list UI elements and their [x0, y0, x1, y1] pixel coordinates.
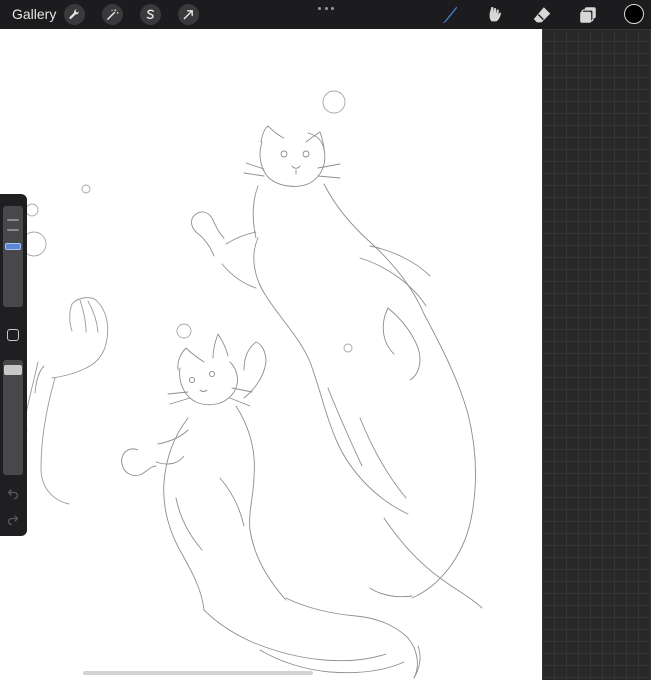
lower-cat-sketch	[121, 333, 421, 679]
undo-icon	[7, 489, 19, 499]
brush-tool-button[interactable]	[437, 3, 461, 27]
transform-button[interactable]	[178, 4, 199, 25]
brush-opacity-slider[interactable]	[3, 360, 23, 475]
size-slider-tick	[7, 229, 19, 231]
selection-icon	[146, 9, 154, 19]
human-hand-sketch	[20, 297, 109, 505]
actions-button[interactable]	[64, 4, 85, 25]
eraser-icon	[533, 7, 551, 23]
selection-button[interactable]	[140, 4, 161, 25]
more-options-icon[interactable]	[318, 7, 334, 11]
redo-button[interactable]	[6, 512, 20, 526]
brush-sidebar	[0, 194, 27, 536]
eraser-tool-button[interactable]	[530, 3, 554, 27]
layers-button[interactable]	[576, 3, 600, 27]
cat-sketch-illustration	[20, 90, 483, 679]
smudge-tool-button[interactable]	[483, 3, 507, 27]
gallery-button[interactable]: Gallery	[12, 6, 56, 22]
home-indicator[interactable]	[83, 671, 313, 675]
brush-icon	[441, 6, 458, 24]
adjustments-button[interactable]	[102, 4, 123, 25]
brush-size-slider[interactable]	[3, 206, 23, 307]
drawing-canvas[interactable]	[0, 29, 542, 680]
top-toolbar: Gallery	[0, 0, 651, 29]
transform-arrow-icon	[183, 10, 193, 20]
magic-wand-icon	[107, 9, 119, 20]
upper-cat-sketch	[191, 125, 483, 609]
color-picker-button[interactable]	[624, 4, 644, 24]
layers-icon	[580, 7, 596, 23]
bubbles	[21, 90, 353, 353]
redo-icon	[7, 515, 19, 525]
size-slider-tick	[7, 219, 19, 221]
modify-button[interactable]	[7, 329, 19, 341]
undo-button[interactable]	[6, 486, 20, 500]
brush-size-handle[interactable]	[5, 243, 21, 250]
brush-opacity-handle[interactable]	[4, 365, 22, 375]
smudge-icon	[489, 6, 501, 22]
canvas-background-grid	[542, 29, 651, 680]
wrench-icon	[69, 9, 79, 20]
